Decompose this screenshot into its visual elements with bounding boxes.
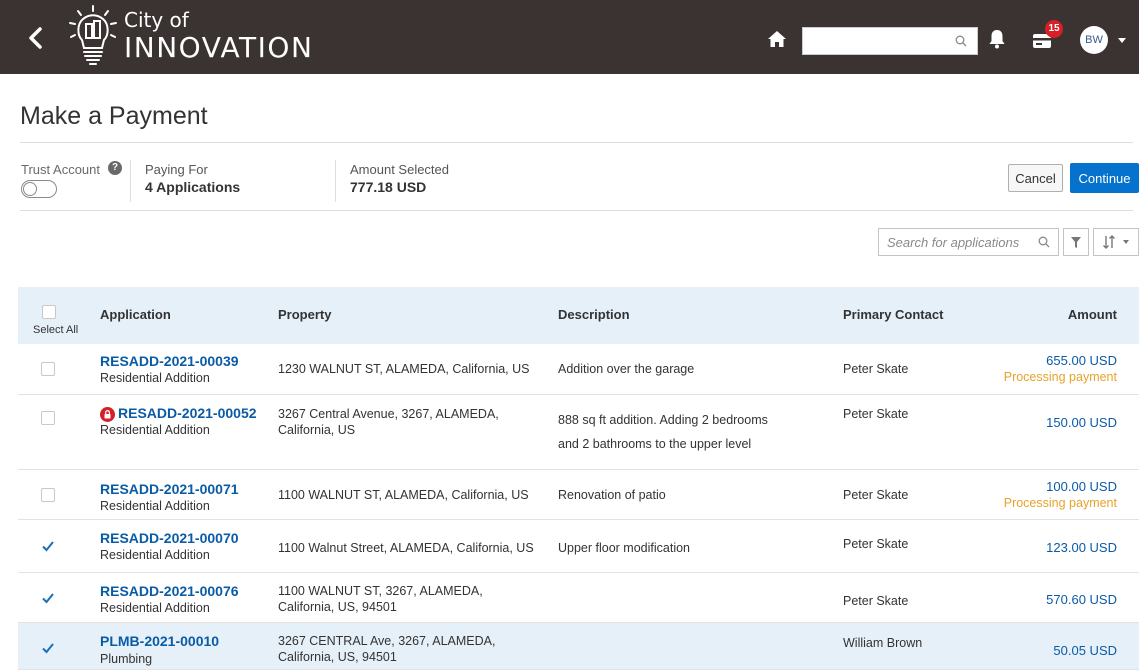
- cancel-button[interactable]: Cancel: [1008, 164, 1063, 192]
- amount-selected-label: Amount Selected: [350, 162, 450, 177]
- divider: [20, 210, 1133, 211]
- user-avatar[interactable]: BW: [1080, 26, 1108, 54]
- paying-for-label: Paying For: [145, 162, 208, 177]
- application-id-link[interactable]: RESADD-2021-00071: [100, 481, 239, 497]
- search-icon[interactable]: [1038, 236, 1050, 248]
- amount-value: 655.00 USD: [1046, 353, 1117, 368]
- table-row[interactable]: RESADD-2021-00076 Residential Addition 1…: [18, 573, 1139, 623]
- divider: [20, 142, 1133, 143]
- select-all-label: Select All: [33, 324, 79, 336]
- processing-status: Processing payment: [1003, 496, 1117, 510]
- description: Addition over the garage: [558, 362, 695, 376]
- row-checkbox[interactable]: [41, 411, 55, 425]
- filter-button[interactable]: [1063, 228, 1089, 256]
- table-row[interactable]: RESADD-2021-00071 Residential Addition 1…: [18, 470, 1139, 520]
- description-line2: and 2 bathrooms to the upper level: [558, 437, 752, 451]
- application-type: Plumbing: [100, 652, 153, 666]
- paying-for-value: 4 Applications: [145, 179, 241, 195]
- sort-button[interactable]: [1093, 228, 1139, 256]
- property-address-line1: 3267 CENTRAL Ave, 3267, ALAMEDA,: [278, 634, 496, 648]
- application-id-link[interactable]: PLMB-2021-00010: [100, 633, 219, 649]
- cart-count-badge: 15: [1045, 20, 1063, 38]
- application-id-link[interactable]: RESADD-2021-00052: [118, 405, 257, 421]
- column-header-property[interactable]: Property: [278, 307, 331, 322]
- search-icon[interactable]: [955, 35, 967, 47]
- lock-icon: [100, 407, 115, 422]
- trust-account-toggle[interactable]: [21, 180, 57, 198]
- property-address-line2: California, US, 94501: [278, 650, 397, 664]
- column-header-description[interactable]: Description: [558, 307, 630, 322]
- page-title: Make a Payment: [20, 102, 208, 130]
- column-header-primary-contact[interactable]: Primary Contact: [843, 307, 943, 322]
- trust-account-label: Trust Account: [21, 162, 100, 177]
- primary-contact: Peter Skate: [843, 594, 909, 608]
- primary-contact: William Brown: [843, 636, 923, 650]
- property-address-line1: 3267 Central Avenue, 3267, ALAMEDA,: [278, 407, 499, 421]
- amount-selected-value: 777.18 USD: [350, 179, 427, 195]
- lightbulb-logo-icon: [69, 5, 117, 65]
- application-type: Residential Addition: [100, 371, 210, 385]
- application-id-link[interactable]: RESADD-2021-00070: [100, 530, 239, 546]
- global-search: [802, 27, 978, 55]
- checkbox-checked-icon[interactable]: [41, 539, 55, 553]
- bell-icon[interactable]: [988, 29, 1006, 49]
- property-address: 1100 Walnut Street, ALAMEDA, California,…: [278, 541, 534, 555]
- continue-button[interactable]: Continue: [1070, 163, 1139, 193]
- amount-value: 570.60 USD: [1046, 592, 1117, 607]
- toggle-knob: [23, 182, 37, 196]
- table-row[interactable]: RESADD-2021-00052 Residential Addition 3…: [18, 395, 1139, 470]
- description: Renovation of patio: [558, 488, 666, 502]
- amount-value: 50.05 USD: [1053, 643, 1117, 658]
- property-address: 1100 WALNUT ST, ALAMEDA, California, US: [278, 488, 529, 502]
- table-row[interactable]: PLMB-2021-00010 Plumbing 3267 CENTRAL Av…: [18, 623, 1139, 670]
- amount-value: 123.00 USD: [1046, 540, 1117, 555]
- description-line1: 888 sq ft addition. Adding 2 bedrooms: [558, 413, 768, 427]
- property-address-line2: California, US: [278, 423, 356, 437]
- checkbox-checked-icon[interactable]: [41, 591, 55, 605]
- row-checkbox[interactable]: [41, 488, 55, 502]
- application-type: Residential Addition: [100, 601, 210, 615]
- divider: [130, 160, 131, 202]
- property-address-line1: 1100 WALNUT ST, 3267, ALAMEDA,: [278, 584, 483, 598]
- application-id-link[interactable]: RESADD-2021-00076: [100, 583, 239, 599]
- logo-text-large: INNOVATION: [124, 31, 314, 64]
- row-checkbox[interactable]: [41, 362, 55, 376]
- table-row[interactable]: RESADD-2021-00039 Residential Addition 1…: [18, 344, 1139, 395]
- primary-contact: Peter Skate: [843, 488, 909, 502]
- property-address: 1230 WALNUT ST, ALAMEDA, California, US: [278, 362, 530, 376]
- sort-icon: [1103, 235, 1129, 249]
- checkbox-checked-icon[interactable]: [41, 641, 55, 655]
- description: Upper floor modification: [558, 541, 691, 555]
- primary-contact: Peter Skate: [843, 537, 909, 551]
- chevron-down-icon[interactable]: [1117, 37, 1127, 44]
- divider: [335, 160, 336, 202]
- home-icon[interactable]: [767, 30, 787, 48]
- application-type: Residential Addition: [100, 423, 210, 437]
- primary-contact: Peter Skate: [843, 362, 909, 376]
- column-header-application[interactable]: Application: [100, 307, 171, 322]
- primary-contact: Peter Skate: [843, 407, 909, 421]
- property-address-line2: California, US, 94501: [278, 600, 397, 614]
- table-header: Select All Application Property Descript…: [18, 287, 1139, 344]
- filter-icon: [1071, 237, 1081, 248]
- application-id-link[interactable]: RESADD-2021-00039: [100, 353, 239, 369]
- table-row[interactable]: RESADD-2021-00070 Residential Addition 1…: [18, 520, 1139, 573]
- processing-status: Processing payment: [1003, 370, 1117, 384]
- amount-value: 150.00 USD: [1046, 415, 1117, 430]
- application-search: [878, 228, 1059, 256]
- help-icon[interactable]: ?: [108, 161, 122, 175]
- global-search-input[interactable]: [803, 28, 943, 54]
- select-all-checkbox[interactable]: [42, 305, 56, 319]
- application-type: Residential Addition: [100, 499, 210, 513]
- column-header-amount[interactable]: Amount: [1068, 307, 1117, 322]
- back-arrow-icon[interactable]: [24, 24, 48, 52]
- application-type: Residential Addition: [100, 548, 210, 562]
- application-search-input[interactable]: [879, 229, 1029, 255]
- app-header: City of INNOVATION 15 BW: [0, 0, 1139, 74]
- logo-text-small: City of: [124, 8, 189, 32]
- amount-value: 100.00 USD: [1046, 479, 1117, 494]
